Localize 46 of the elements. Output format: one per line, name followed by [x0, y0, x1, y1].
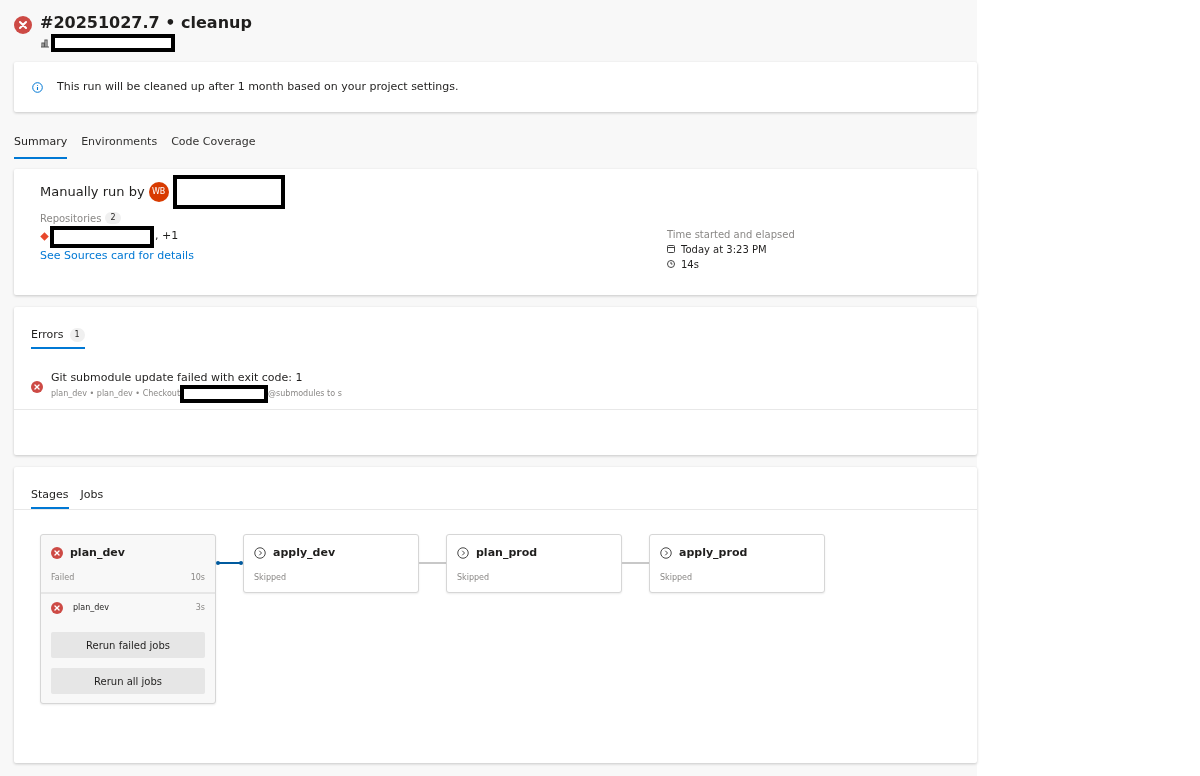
stage-name: apply_dev	[273, 545, 336, 561]
sources-link[interactable]: See Sources card for details	[40, 247, 194, 264]
time-label: Time started and elapsed	[667, 227, 795, 242]
stage-card[interactable]: plan_dev Failed 10s plan_dev 3s Rerun failed jobs Rerun all jobs	[40, 534, 216, 704]
tab[interactable]: Stages	[31, 486, 69, 509]
tab[interactable]: Jobs	[80, 486, 104, 509]
stage-status: Skipped	[457, 571, 490, 584]
tab[interactable]: Summary	[14, 134, 68, 159]
pipeline-icon	[40, 38, 50, 48]
stage-status: Skipped	[660, 571, 693, 584]
connector-line	[622, 561, 649, 565]
elapsed-time: 14s	[681, 257, 699, 272]
rerun-button[interactable]: Rerun failed jobs	[51, 632, 205, 658]
clock-icon	[667, 260, 675, 268]
notice-text: This run will be cleaned up after 1 month based on your project settings.	[57, 78, 459, 95]
run-title: #20251027.7 • cleanup	[40, 12, 252, 34]
repository-more: , +1	[155, 228, 179, 245]
start-time: Today at 3:23 PM	[681, 242, 767, 257]
tab[interactable]: Code Coverage	[171, 134, 256, 159]
error-path: @submodules to s	[268, 388, 342, 400]
stage-card[interactable]: plan_prod Skipped	[446, 534, 622, 593]
stage-name: apply_prod	[679, 545, 748, 561]
stage-status: Failed	[51, 571, 75, 584]
rerun-button[interactable]: Rerun all jobs	[51, 668, 205, 694]
count-badge: 2	[105, 212, 121, 224]
job-duration: 3s	[195, 602, 205, 614]
stage-status: Skipped	[254, 571, 287, 584]
error-path: plan_dev • plan_dev • Checkout	[51, 388, 181, 400]
stage-duration: 10s	[190, 571, 205, 584]
stage-card[interactable]: apply_dev Skipped	[243, 534, 419, 593]
repositories-label: Repositories	[40, 211, 102, 226]
stage-name: plan_dev	[70, 545, 125, 561]
stage-card[interactable]: apply_prod Skipped	[649, 534, 825, 593]
error-message: Git submodule update failed with exit code: 1	[51, 371, 304, 385]
info-icon	[32, 81, 43, 93]
errors-tab[interactable]: Errors 1	[31, 326, 85, 349]
job-name: plan_dev	[73, 602, 110, 614]
connector-line	[419, 561, 446, 565]
calendar-icon	[667, 245, 675, 253]
avatar: WB	[148, 181, 169, 202]
git-icon	[40, 232, 49, 241]
tab[interactable]: Environments	[81, 134, 158, 159]
run-by-label: Manually run by	[40, 182, 145, 201]
stage-name: plan_prod	[476, 545, 538, 561]
count-badge: 1	[69, 327, 85, 342]
connector-line	[216, 561, 243, 565]
